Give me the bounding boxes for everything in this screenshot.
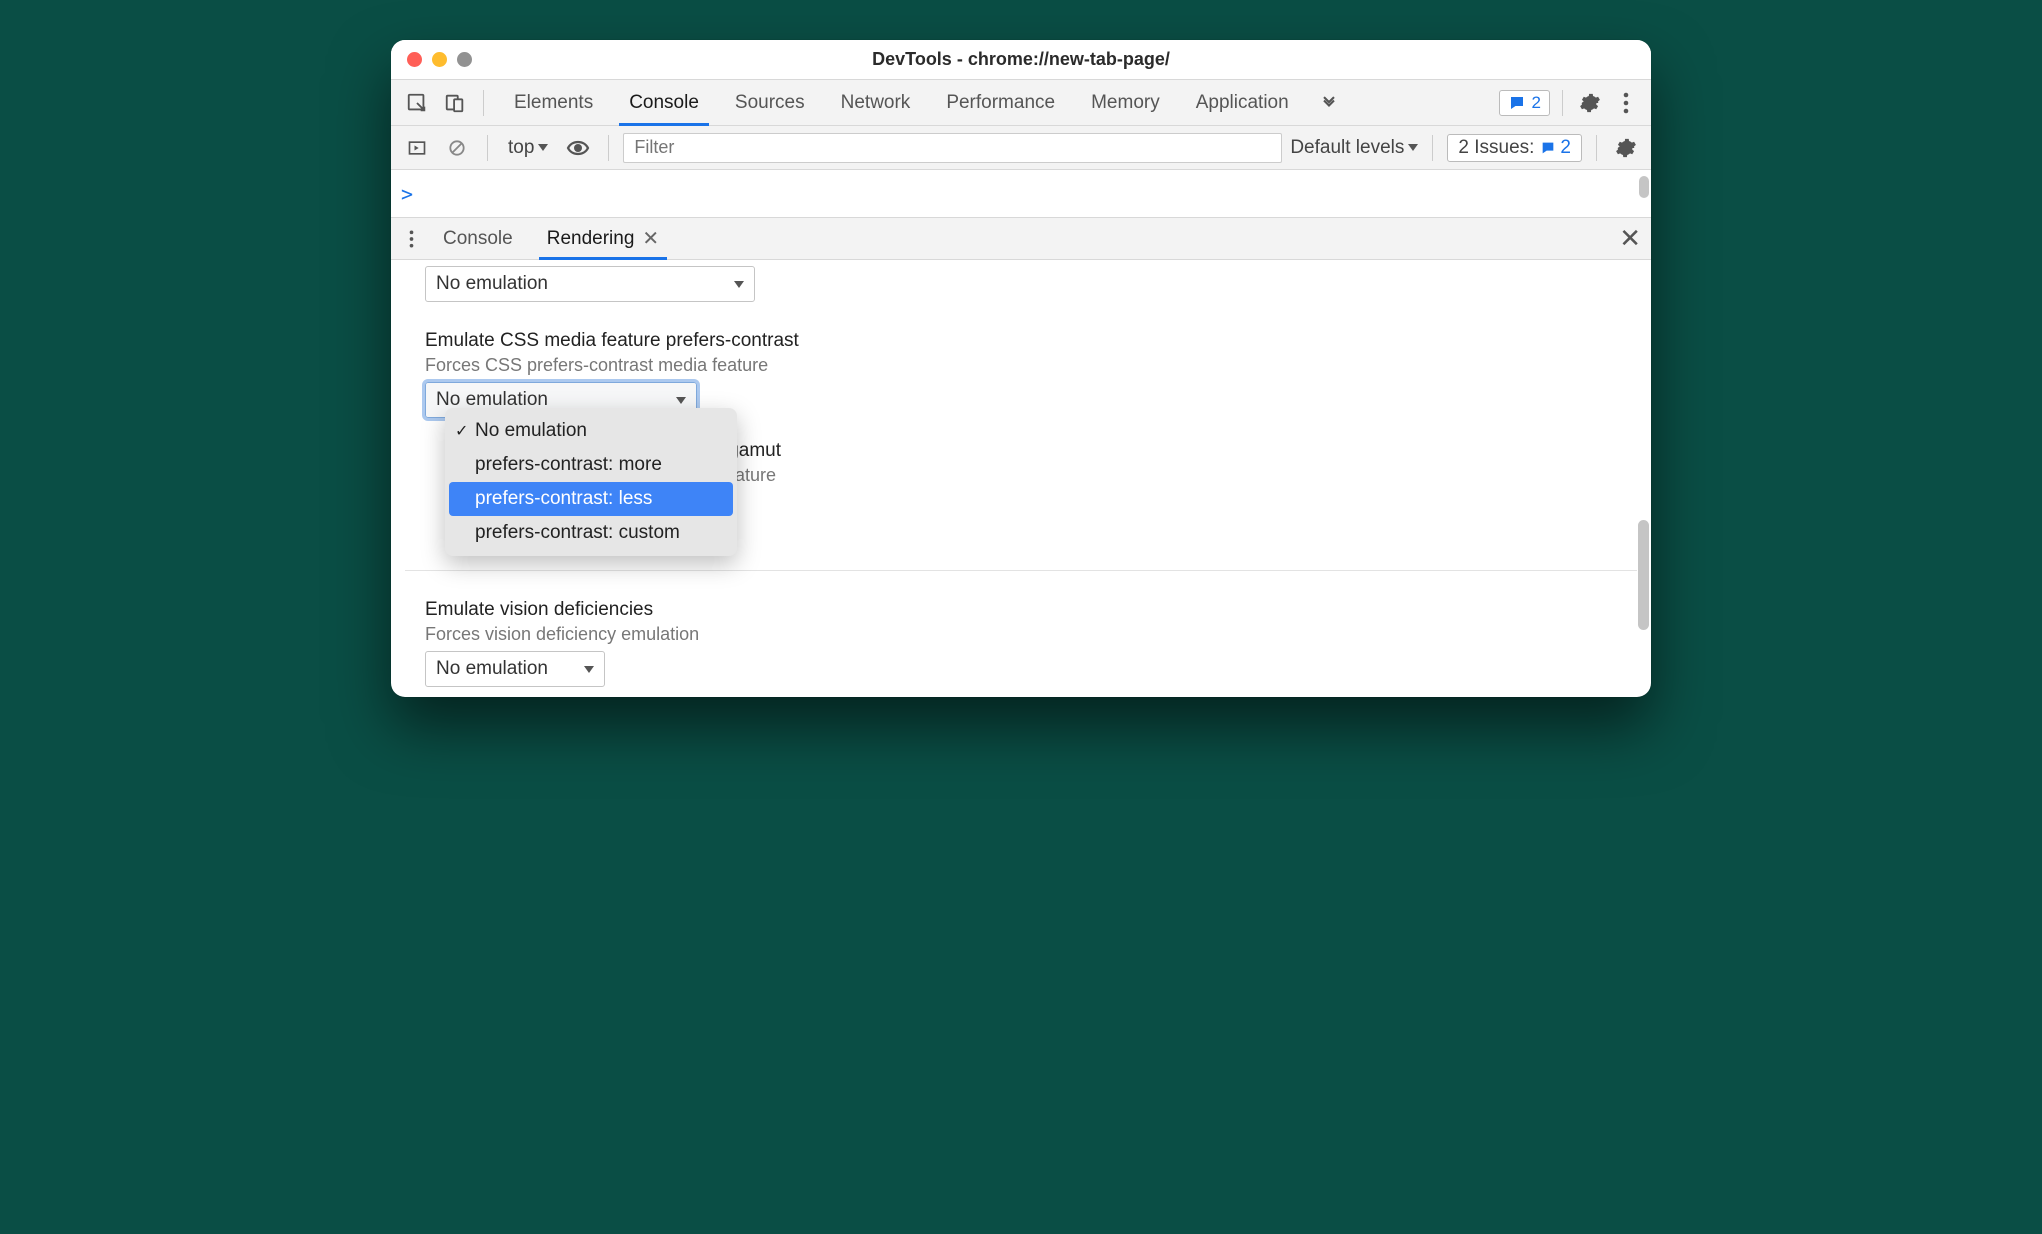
caret-down-icon bbox=[1408, 144, 1418, 151]
check-icon: ✓ bbox=[455, 421, 468, 441]
option-label: prefers-contrast: less bbox=[475, 488, 652, 510]
option-label: prefers-contrast: custom bbox=[475, 522, 680, 544]
tab-application[interactable]: Application bbox=[1178, 80, 1307, 125]
console-settings-icon[interactable] bbox=[1611, 133, 1641, 163]
close-drawer-icon[interactable]: ✕ bbox=[1619, 223, 1641, 254]
rendering-panel: No emulation Emulate CSS media feature p… bbox=[391, 260, 1651, 697]
tab-network[interactable]: Network bbox=[823, 80, 929, 125]
dropdown-option[interactable]: prefers-contrast: custom bbox=[445, 516, 737, 550]
drawer-tabs: Console Rendering ✕ ✕ bbox=[391, 218, 1651, 260]
minimize-window-button[interactable] bbox=[432, 52, 447, 67]
chat-count: 2 bbox=[1532, 93, 1541, 113]
chat-badge[interactable]: 2 bbox=[1499, 90, 1550, 116]
tab-label: Elements bbox=[514, 92, 593, 114]
tab-label: Console bbox=[629, 92, 699, 114]
context-label: top bbox=[508, 137, 534, 159]
caret-down-icon bbox=[584, 666, 594, 673]
devtools-window: DevTools - chrome://new-tab-page/ Elemen… bbox=[391, 40, 1651, 697]
device-toggle-icon[interactable] bbox=[439, 87, 471, 119]
section-desc: Forces CSS prefers-contrast media featur… bbox=[425, 355, 1637, 376]
option-label: prefers-contrast: more bbox=[475, 454, 662, 476]
divider bbox=[487, 135, 488, 161]
main-tabs: Elements Console Sources Network Perform… bbox=[496, 80, 1307, 125]
caret-down-icon bbox=[538, 144, 548, 151]
close-tab-icon[interactable]: ✕ bbox=[642, 226, 659, 251]
close-window-button[interactable] bbox=[407, 52, 422, 67]
drawer-tab-label: Rendering bbox=[547, 228, 635, 250]
vision-deficiency-select[interactable]: No emulation bbox=[425, 651, 605, 687]
issues-button[interactable]: 2 Issues: 2 bbox=[1447, 134, 1582, 162]
tab-label: Sources bbox=[735, 92, 805, 114]
tab-label: Network bbox=[841, 92, 911, 114]
divider bbox=[608, 135, 609, 161]
dropdown-option-highlighted[interactable]: prefers-contrast: less bbox=[449, 482, 733, 516]
toggle-sidebar-icon[interactable] bbox=[401, 132, 433, 164]
select-value: No emulation bbox=[436, 273, 548, 295]
section-title: Emulate vision deficiencies bbox=[425, 599, 1637, 621]
tab-label: Memory bbox=[1091, 92, 1160, 114]
section-vision-deficiencies: Emulate vision deficiencies Forces visio… bbox=[405, 599, 1637, 645]
titlebar: DevTools - chrome://new-tab-page/ bbox=[391, 40, 1651, 80]
issues-count: 2 bbox=[1560, 137, 1571, 159]
divider bbox=[1432, 135, 1433, 161]
kebab-menu-icon[interactable] bbox=[1611, 88, 1641, 118]
caret-down-icon bbox=[734, 281, 744, 288]
section-title: Emulate CSS media feature prefers-contra… bbox=[425, 330, 1637, 352]
caret-down-icon bbox=[676, 397, 686, 404]
tab-elements[interactable]: Elements bbox=[496, 80, 611, 125]
tab-performance[interactable]: Performance bbox=[928, 80, 1073, 125]
option-label: No emulation bbox=[475, 420, 587, 442]
divider bbox=[483, 90, 484, 116]
scrollbar[interactable] bbox=[1639, 176, 1649, 198]
tab-label: Application bbox=[1196, 92, 1289, 114]
main-toolbar: Elements Console Sources Network Perform… bbox=[391, 80, 1651, 126]
filter-input[interactable] bbox=[623, 133, 1282, 163]
section-desc: Forces vision deficiency emulation bbox=[425, 624, 1637, 645]
live-expression-icon[interactable] bbox=[562, 132, 594, 164]
console-prompt[interactable]: > bbox=[391, 170, 1651, 218]
tab-console[interactable]: Console bbox=[611, 80, 717, 125]
divider bbox=[1596, 135, 1597, 161]
inspect-element-icon[interactable] bbox=[401, 87, 433, 119]
tab-memory[interactable]: Memory bbox=[1073, 80, 1178, 125]
tab-label: Performance bbox=[946, 92, 1055, 114]
emulation-select-generic[interactable]: No emulation bbox=[425, 266, 755, 302]
levels-label: Default levels bbox=[1290, 137, 1404, 159]
context-selector[interactable]: top bbox=[502, 137, 554, 159]
scrollbar[interactable] bbox=[1638, 520, 1649, 630]
chat-icon bbox=[1508, 94, 1526, 112]
log-levels-selector[interactable]: Default levels bbox=[1290, 137, 1418, 159]
section-prefers-contrast: Emulate CSS media feature prefers-contra… bbox=[405, 330, 1637, 376]
divider bbox=[405, 570, 1637, 571]
console-toolbar: top Default levels 2 Issues: 2 bbox=[391, 126, 1651, 170]
more-tabs-icon[interactable] bbox=[1313, 87, 1345, 119]
settings-icon[interactable] bbox=[1575, 88, 1605, 118]
drawer-tab-label: Console bbox=[443, 228, 513, 250]
dropdown-option[interactable]: ✓ No emulation bbox=[445, 414, 737, 448]
window-title: DevTools - chrome://new-tab-page/ bbox=[405, 49, 1637, 70]
divider bbox=[1562, 90, 1563, 116]
drawer-tab-console[interactable]: Console bbox=[429, 218, 527, 259]
clear-console-icon[interactable] bbox=[441, 132, 473, 164]
issues-label: 2 Issues: bbox=[1458, 137, 1534, 159]
drawer-menu-icon[interactable] bbox=[399, 224, 423, 254]
chat-icon bbox=[1540, 140, 1556, 156]
select-value: No emulation bbox=[436, 658, 548, 680]
prompt-symbol: > bbox=[401, 182, 413, 206]
prefers-contrast-dropdown: ✓ No emulation prefers-contrast: more pr… bbox=[445, 408, 737, 556]
tab-sources[interactable]: Sources bbox=[717, 80, 823, 125]
maximize-window-button[interactable] bbox=[457, 52, 472, 67]
drawer-tab-rendering[interactable]: Rendering ✕ bbox=[533, 218, 673, 259]
dropdown-option[interactable]: prefers-contrast: more bbox=[445, 448, 737, 482]
traffic-lights bbox=[407, 52, 472, 67]
